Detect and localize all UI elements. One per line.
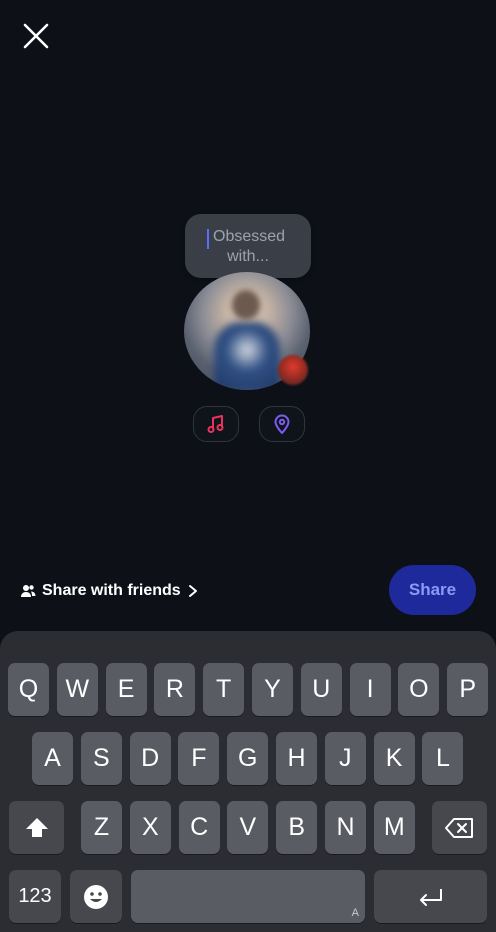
key-d[interactable]: D [129, 732, 171, 785]
key-label: M [383, 813, 405, 841]
chevron-right-icon [188, 585, 197, 597]
key-label: C [190, 813, 209, 841]
location-pin-icon [274, 414, 290, 434]
share-with-friends-label: Share with friends [42, 582, 181, 599]
avatar-badge [278, 355, 308, 385]
key-w[interactable]: W [56, 663, 98, 716]
key-label: S [92, 744, 110, 772]
key-a[interactable]: A [32, 732, 73, 785]
key-h[interactable]: H [276, 732, 317, 785]
backspace-key[interactable] [432, 801, 487, 854]
emoji-icon [84, 884, 108, 909]
key-label: K [385, 744, 403, 772]
share-with-friends-option[interactable]: Share with friends [20, 578, 199, 604]
key-m[interactable]: M [373, 801, 415, 854]
key-f[interactable]: F [178, 732, 220, 785]
key-b[interactable]: B [276, 801, 318, 854]
close-button[interactable] [18, 18, 56, 56]
key-i[interactable]: I [349, 663, 391, 716]
shift-icon [25, 817, 48, 837]
key-o[interactable]: O [398, 663, 440, 716]
key-label: N [336, 813, 355, 841]
shift-key[interactable] [9, 801, 64, 854]
key-r[interactable]: R [154, 663, 196, 716]
key-t[interactable]: T [203, 663, 245, 716]
people-icon [21, 585, 36, 597]
return-key[interactable] [374, 870, 487, 923]
key-label: T [216, 675, 232, 703]
on-screen-keyboard: QWE R T Y U I O P A S D F G H J K L Z X C V B NM 123 A [0, 631, 496, 932]
key-v[interactable]: V [227, 801, 269, 854]
key-q[interactable]: Q [8, 663, 49, 716]
key-u[interactable]: U [300, 663, 342, 716]
text-cursor [207, 229, 209, 249]
key-s[interactable]: S [80, 732, 122, 785]
key-label: J [339, 744, 352, 772]
key-label: L [435, 744, 450, 772]
numbers-key[interactable]: 123 [9, 870, 61, 923]
key-label: E [117, 675, 135, 703]
key-label: Y [264, 675, 281, 703]
key-label: A [44, 744, 61, 772]
key-label: H [287, 744, 306, 772]
add-music-button[interactable] [193, 406, 239, 442]
note-input[interactable]: Obsessed with... [185, 214, 311, 278]
key-label: G [237, 744, 258, 772]
key-label: D [141, 744, 160, 772]
key-label: Z [93, 813, 110, 841]
key-label: I [366, 675, 374, 703]
key-label: X [141, 813, 159, 841]
key-x[interactable]: X [129, 801, 171, 854]
space-bar-hint: A [351, 907, 359, 919]
backspace-icon [444, 817, 473, 838]
key-k[interactable]: K [373, 732, 415, 785]
key-z[interactable]: Z [81, 801, 122, 854]
key-label: F [191, 744, 207, 772]
close-icon [23, 23, 49, 49]
key-p[interactable]: P [447, 663, 489, 716]
key-y[interactable]: Y [252, 663, 293, 716]
key-label: V [239, 813, 257, 841]
key-label: W [65, 675, 90, 703]
emoji-key[interactable] [70, 870, 122, 923]
key-e[interactable]: E [105, 663, 147, 716]
key-g[interactable]: G [227, 732, 269, 785]
add-location-button[interactable] [259, 406, 305, 442]
return-icon [419, 888, 442, 906]
key-label: B [288, 813, 306, 841]
key-j[interactable]: J [324, 732, 366, 785]
key-label: P [459, 675, 477, 703]
note-placeholder: Obsessed with... [213, 228, 286, 265]
key-label: O [409, 675, 429, 703]
key-c[interactable]: C [178, 801, 220, 854]
key-label: Q [18, 675, 39, 703]
key-label: U [312, 675, 331, 703]
key-n[interactable]: N [325, 801, 366, 854]
space-bar[interactable]: A [131, 870, 365, 923]
key-label: R [165, 675, 184, 703]
share-button[interactable]: Share [389, 565, 476, 615]
key-l[interactable]: L [422, 732, 464, 785]
share-button-label: Share [408, 580, 457, 599]
music-note-icon [207, 415, 224, 433]
